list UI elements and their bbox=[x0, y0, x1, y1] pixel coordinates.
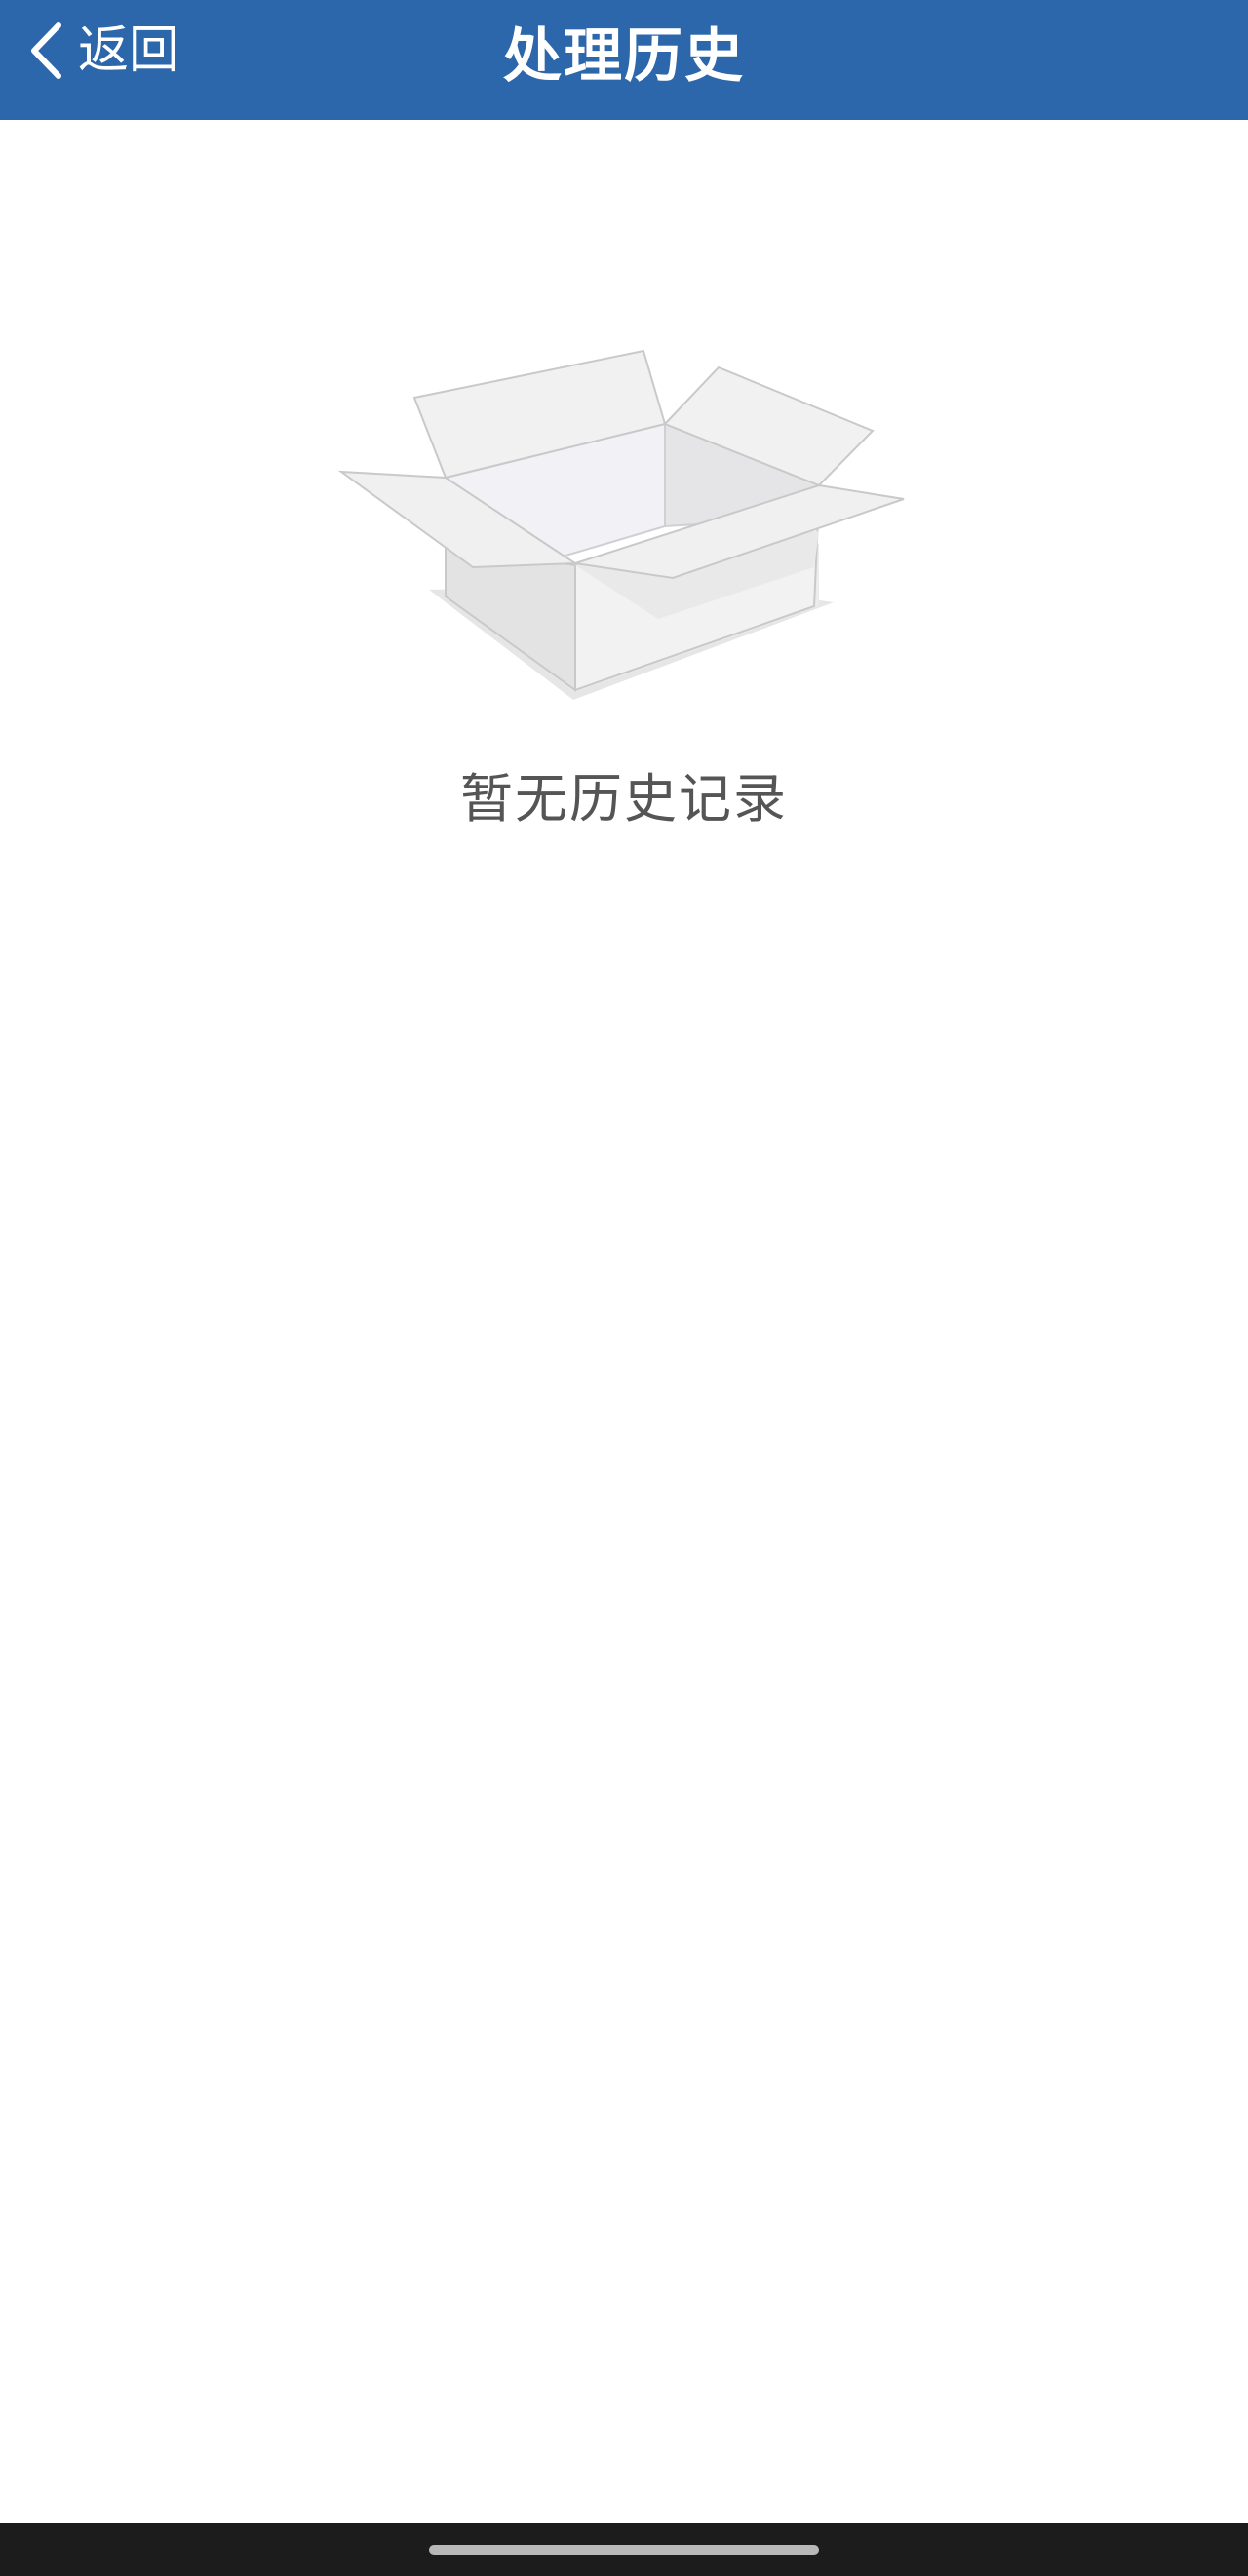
system-navigation-bar bbox=[0, 2523, 1248, 2576]
empty-box-icon bbox=[336, 341, 907, 707]
home-indicator[interactable] bbox=[429, 2545, 819, 2555]
history-page: 返回 处理历史 暂无历史记录 bbox=[0, 0, 1248, 2576]
empty-state-message: 暂无历史记录 bbox=[460, 768, 788, 829]
app-header: 返回 处理历史 bbox=[0, 0, 1248, 120]
page-title: 处理历史 bbox=[503, 21, 745, 91]
